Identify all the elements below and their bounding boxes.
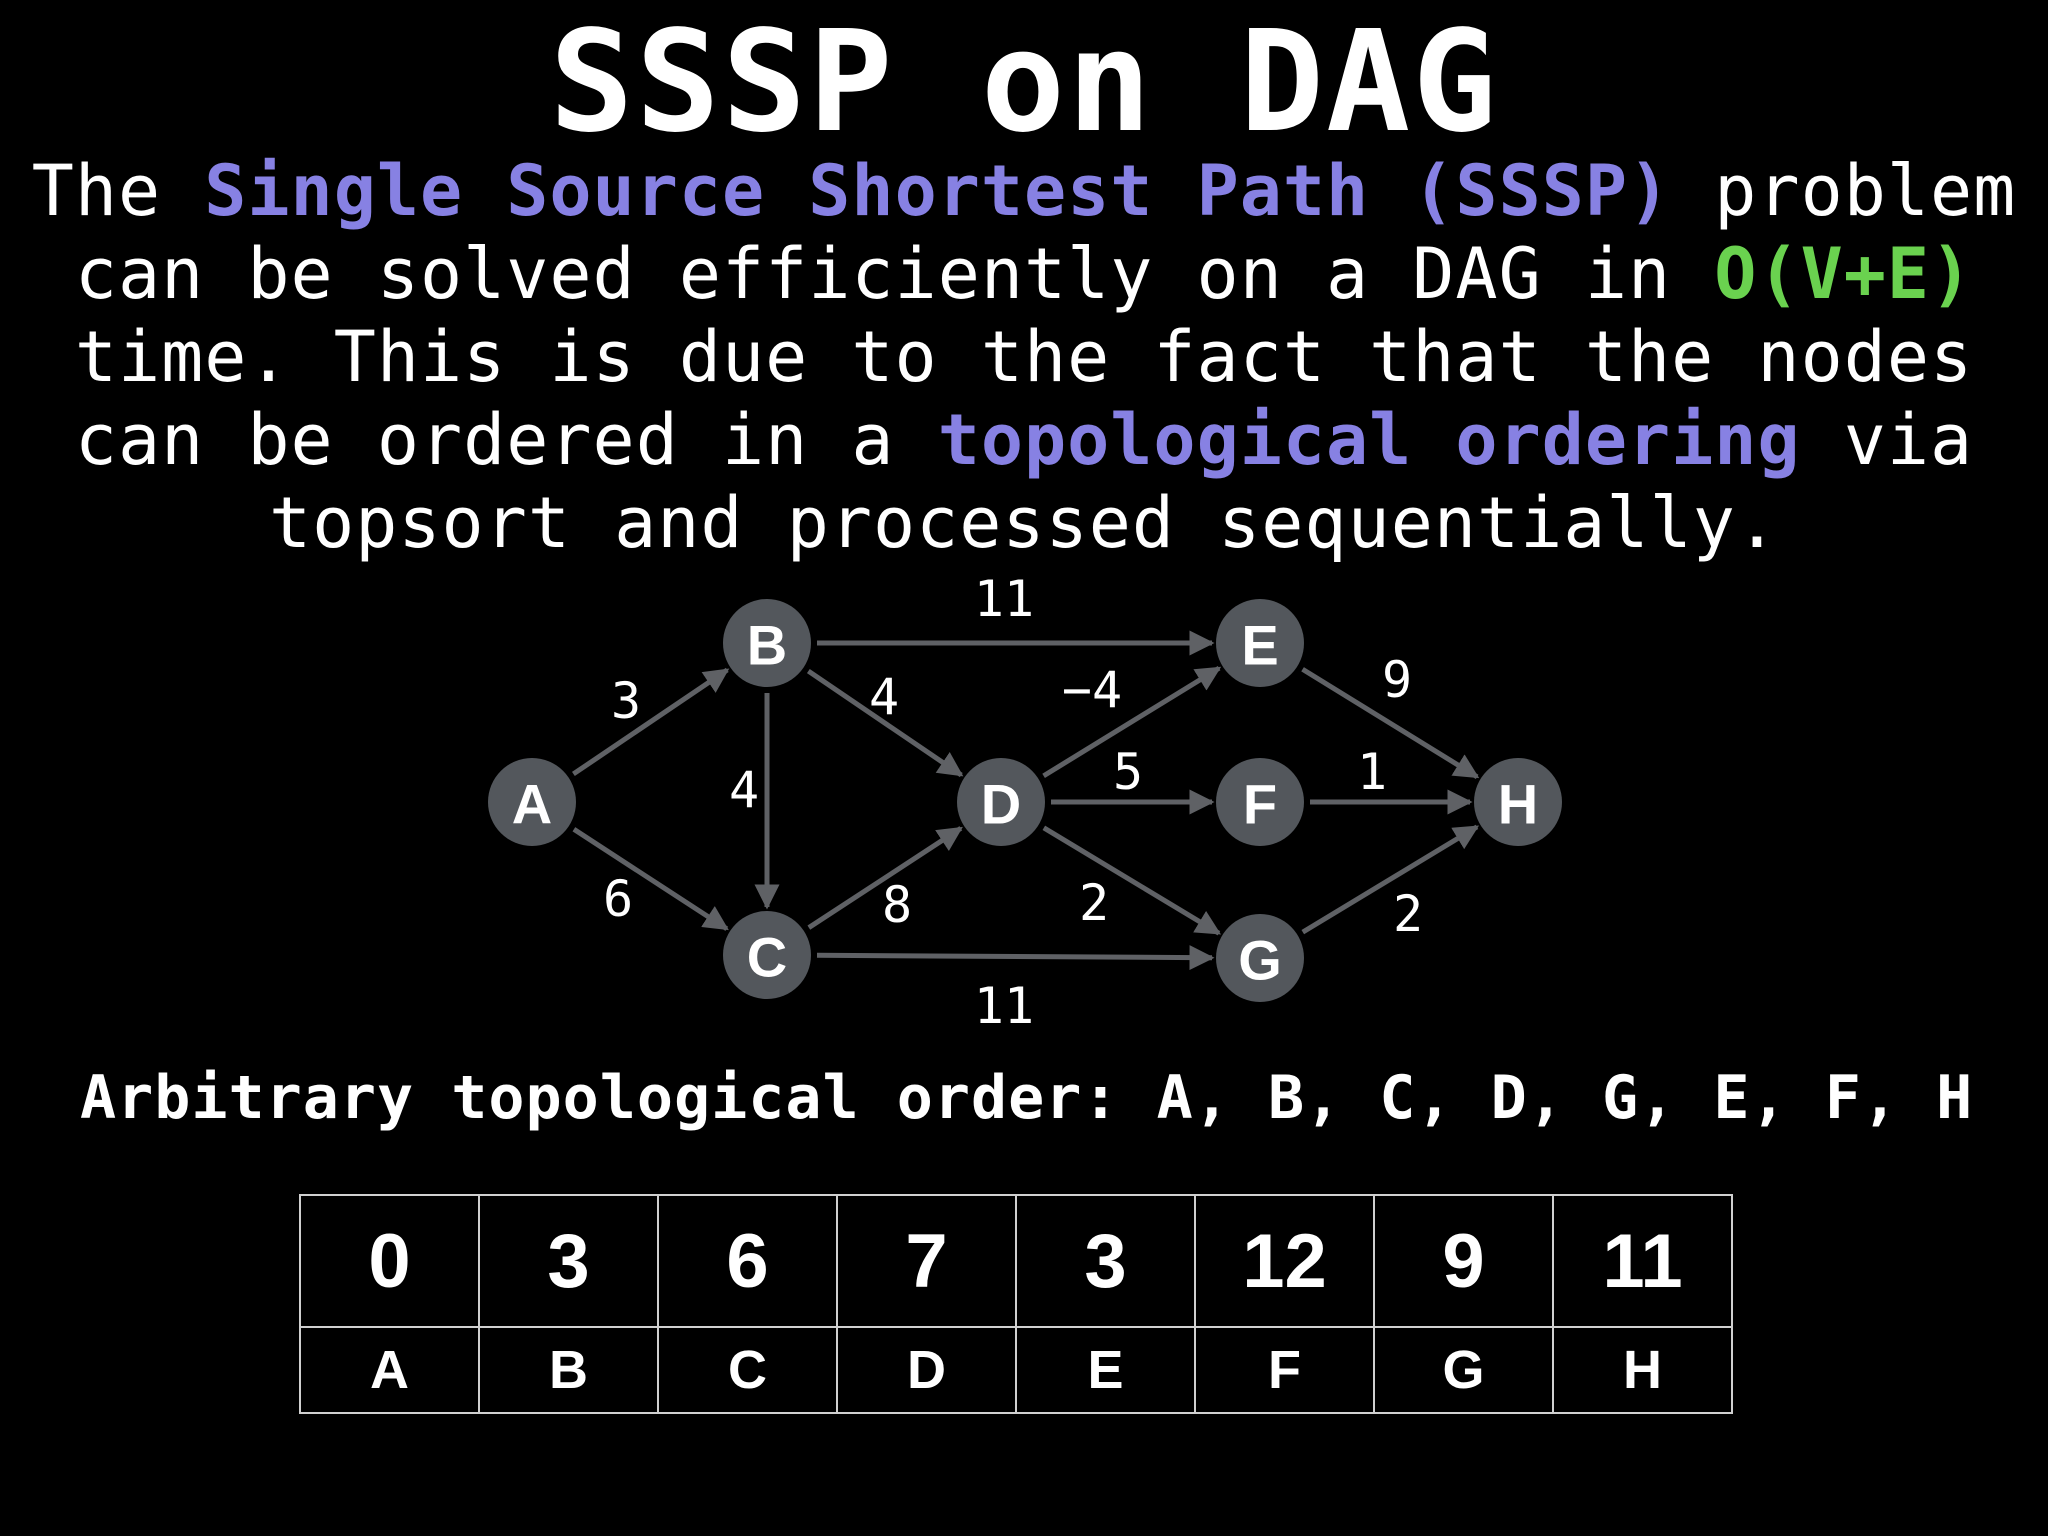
edge-a-b: [572, 667, 730, 777]
node-d: D: [957, 758, 1045, 846]
node-name: E: [1015, 1326, 1196, 1414]
node-label: H: [1498, 773, 1538, 836]
node-label: F: [1243, 773, 1277, 836]
distance-value: 7: [836, 1194, 1017, 1328]
node-name: G: [1373, 1326, 1554, 1414]
node-names-row: A B C D E F G H: [299, 1326, 1733, 1414]
distance-table: 0 3 6 7 3 12 9 11 A B C D E F G H: [299, 1194, 1733, 1414]
edge-g-h: [1301, 824, 1480, 935]
node-label: A: [512, 773, 552, 836]
edge-weight-c-d: 8: [882, 876, 912, 934]
distance-value: 0: [299, 1194, 480, 1328]
edge-weight-a-b: 3: [611, 672, 641, 730]
edge-weight-a-c: 6: [603, 870, 633, 928]
edge-weight-d-g: 2: [1079, 874, 1109, 932]
edge-d-g: [1042, 825, 1222, 936]
edge-weight-f-h: 1: [1357, 743, 1387, 801]
node-label: E: [1241, 614, 1278, 677]
node-h: H: [1474, 758, 1562, 846]
node-e: E: [1216, 599, 1304, 687]
edge-weight-d-f: 5: [1113, 743, 1143, 801]
node-name: F: [1194, 1326, 1375, 1414]
distance-value: 9: [1373, 1194, 1554, 1328]
node-label: B: [747, 614, 787, 677]
edge-c-g: [816, 945, 1215, 971]
edge-weight-b-c: 4: [729, 761, 759, 819]
edge-weight-e-h: 9: [1382, 651, 1412, 709]
node-name: A: [299, 1326, 480, 1414]
distance-value: 12: [1194, 1194, 1375, 1328]
node-b: B: [723, 599, 811, 687]
edge-a-c: [572, 827, 729, 931]
edge-weight-d-e: −4: [1062, 661, 1122, 719]
distance-value: 3: [1015, 1194, 1196, 1328]
node-name: H: [1552, 1326, 1733, 1414]
node-label: C: [747, 926, 787, 989]
node-name: C: [657, 1326, 838, 1414]
node-g: G: [1216, 914, 1304, 1002]
edge-weight-g-h: 2: [1393, 885, 1423, 943]
distance-value: 11: [1552, 1194, 1733, 1328]
topological-order-text: Arbitrary topological order: A, B, C, D,…: [80, 1063, 1974, 1133]
edge-weight-b-d: 4: [869, 668, 899, 726]
node-name: B: [478, 1326, 659, 1414]
node-a: A: [488, 758, 576, 846]
node-name: D: [836, 1326, 1017, 1414]
distance-value: 3: [478, 1194, 659, 1328]
distance-values-row: 0 3 6 7 3 12 9 11: [299, 1194, 1733, 1328]
dag-graph: 3 6 4 4 11 8 11 −4 5 2 9 1 2 A B C D E F G H: [488, 570, 1562, 1035]
node-c: C: [723, 911, 811, 999]
node-label: G: [1238, 929, 1282, 992]
edge-weight-b-e: 11: [974, 570, 1034, 628]
node-f: F: [1216, 758, 1304, 846]
distance-value: 6: [657, 1194, 838, 1328]
edge-weight-c-g: 11: [974, 977, 1034, 1035]
node-label: D: [981, 773, 1021, 836]
